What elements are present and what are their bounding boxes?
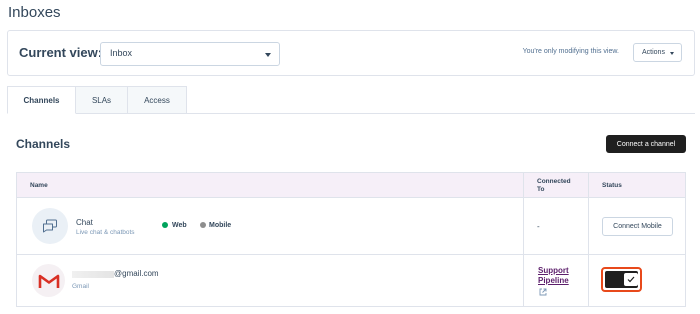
page-title: Inboxes [8,4,61,21]
external-link-icon[interactable] [539,288,547,296]
caret-down-icon [670,52,674,55]
connect-mobile-button[interactable]: Connect Mobile [602,217,673,236]
caret-down-icon [265,53,271,57]
web-tag: Web [172,222,187,229]
header-connected-to: Connected To [537,178,571,193]
check-icon [624,273,638,286]
actions-button[interactable]: Actions [633,43,682,62]
actions-label: Actions [642,49,665,56]
header-name: Name [30,182,48,189]
chat-icon [32,208,68,244]
view-select-value: Inbox [110,48,133,58]
tabs-divider [186,113,695,114]
current-view-bar: Current view: Inbox You're only modifyin… [7,30,695,76]
channel-email: @gmail.com [114,269,159,278]
view-select[interactable]: Inbox [100,42,280,66]
mobile-tag: Mobile [209,222,232,229]
current-view-label: Current view: [19,45,103,60]
channel-subtitle: Gmail [72,283,89,290]
mobile-status-dot [200,222,206,228]
connected-to-value: - [537,222,540,231]
table-row: @gmail.com Gmail Support Pipeline [17,255,685,306]
section-title: Channels [16,137,71,151]
channels-table: Name Connected To Status Chat Live chat … [16,172,686,307]
channel-subtitle: Live chat & chatbots [76,229,135,236]
tab-slas[interactable]: SLAs [76,86,128,114]
channel-name: Chat [76,218,93,227]
tab-access[interactable]: Access [128,86,187,114]
header-status: Status [602,182,622,189]
table-row: Chat Live chat & chatbots Web Mobile - C… [17,198,685,255]
support-pipeline-link[interactable]: Support Pipeline [538,266,578,286]
modify-note: You're only modifying this view. [522,48,619,55]
tab-channels[interactable]: Channels [7,86,76,114]
gmail-icon [32,264,65,297]
table-header: Name Connected To Status [17,173,685,198]
status-toggle[interactable] [601,267,642,292]
redacted-email [72,271,114,278]
web-status-dot [162,222,168,228]
toggle-track [605,271,638,288]
connect-channel-button[interactable]: Connect a channel [606,135,686,153]
tabs: Channels SLAs Access [7,86,187,114]
